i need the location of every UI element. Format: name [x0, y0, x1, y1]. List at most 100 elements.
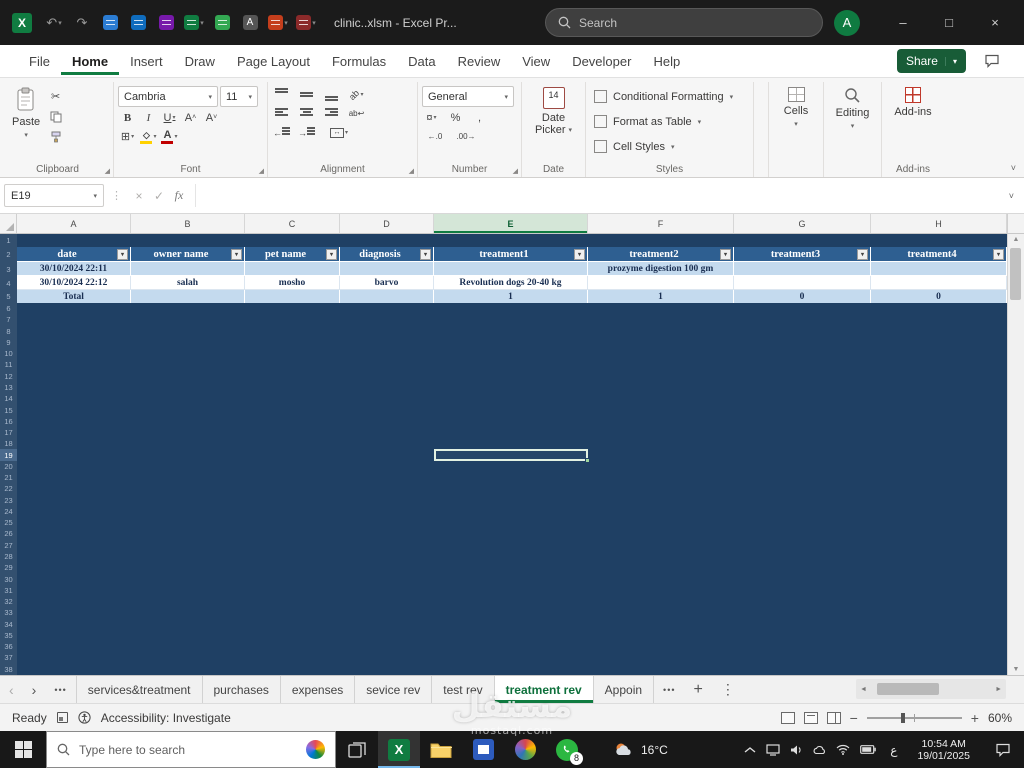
row-header[interactable]: 5 [0, 290, 17, 303]
zoom-slider-thumb[interactable] [900, 712, 905, 723]
table-header-cell[interactable]: owner name ▾ [131, 247, 245, 262]
table-cell[interactable]: 0 [734, 290, 871, 303]
column-header[interactable]: E [434, 214, 588, 233]
editing-button[interactable]: Editing ▾ [828, 84, 877, 133]
monitor-icon[interactable] [766, 743, 780, 756]
table-cell[interactable] [588, 276, 734, 290]
action-center-button[interactable] [986, 743, 1020, 757]
font-dialog-launcher[interactable]: ◢ [259, 167, 264, 175]
align-right-icon[interactable] [322, 105, 341, 122]
table-header-cell[interactable]: pet name ▾ [245, 247, 340, 262]
filter-button[interactable]: ▾ [720, 248, 731, 260]
row-header[interactable]: 34 [0, 618, 17, 629]
row-header[interactable]: 33 [0, 607, 17, 618]
taskbar-excel-app[interactable]: X [378, 731, 420, 768]
styles-menu-item[interactable]: Format as Table ▾ [590, 109, 749, 134]
comments-icon[interactable] [984, 54, 1000, 68]
font-size-select[interactable]: 11 ▾ [220, 86, 258, 107]
search-highlights-icon[interactable] [306, 740, 325, 759]
cells-button[interactable]: Cells ▾ [773, 84, 819, 131]
taskbar-store-app[interactable] [462, 731, 504, 768]
row-header[interactable]: 35 [0, 630, 17, 641]
number-dialog-launcher[interactable]: ◢ [513, 167, 518, 175]
vertical-scroll-thumb[interactable] [1010, 248, 1021, 300]
normal-view-icon[interactable] [780, 711, 795, 724]
add-sheet-button[interactable]: + [685, 676, 712, 703]
qat-calendar-icon[interactable]: ▾ [266, 10, 290, 36]
tray-expand-icon[interactable] [744, 746, 756, 754]
column-header[interactable]: C [245, 214, 340, 233]
table-cell[interactable]: barvo [340, 276, 434, 290]
merge-center-icon[interactable]: ↔ ▾ [322, 124, 356, 141]
table-cell[interactable] [131, 290, 245, 303]
column-header[interactable]: G [734, 214, 871, 233]
table-cell[interactable] [245, 290, 340, 303]
start-button[interactable] [0, 731, 46, 768]
table-header-cell[interactable]: treatment2 ▾ [588, 247, 734, 262]
qat-clipboard-icon[interactable] [154, 10, 178, 36]
align-top-icon[interactable] [272, 86, 291, 103]
enter-icon[interactable]: ✓ [149, 189, 169, 203]
zoom-slider[interactable] [866, 712, 962, 723]
row-header[interactable]: 36 [0, 641, 17, 652]
fill-handle[interactable] [585, 458, 590, 463]
battery-icon[interactable] [860, 745, 877, 754]
format-painter-icon[interactable] [46, 128, 65, 145]
table-header-cell[interactable]: diagnosis ▾ [340, 247, 434, 262]
qat-sheet-icon[interactable] [210, 10, 234, 36]
row-header[interactable]: 25 [0, 517, 17, 528]
row-header[interactable]: 37 [0, 652, 17, 663]
ribbon-tab[interactable]: File [18, 48, 61, 75]
row-header[interactable]: 14 [0, 393, 17, 404]
table-cell[interactable]: Total [17, 290, 131, 303]
qat-save-icon[interactable] [126, 10, 150, 36]
table-cell[interactable] [340, 290, 434, 303]
scroll-right-icon[interactable]: ► [991, 686, 1006, 693]
sheet-options-icon[interactable]: ⋮ [712, 676, 744, 703]
font-name-select[interactable]: Cambria ▾ [118, 86, 218, 107]
borders-icon[interactable]: ⊞ ▾ [118, 128, 137, 145]
sheet-tabs-overflow-icon[interactable]: ••• [654, 676, 684, 703]
row-header[interactable]: 28 [0, 551, 17, 562]
taskbar-clock[interactable]: 10:54 AM 19/01/2025 [911, 738, 976, 762]
page-break-view-icon[interactable] [826, 711, 841, 724]
table-cell[interactable] [434, 262, 588, 276]
task-view-button[interactable] [336, 731, 378, 768]
table-header-cell[interactable]: treatment1 ▾ [434, 247, 588, 262]
font-color-icon[interactable]: A ▾ [160, 128, 179, 145]
align-middle-icon[interactable] [297, 86, 316, 103]
fill-color-icon[interactable]: ◇ ▾ [139, 128, 158, 145]
taskbar-whatsapp-app[interactable]: 8 [546, 731, 588, 768]
onedrive-icon[interactable] [813, 744, 826, 756]
table-cell[interactable]: prozyme digestion 100 gm [588, 262, 734, 276]
ribbon-tab[interactable]: Draw [174, 48, 226, 75]
formula-input[interactable] [195, 184, 1003, 207]
underline-button[interactable]: U ▾ [160, 109, 179, 126]
accessibility-status[interactable]: Accessibility: Investigate [101, 711, 231, 725]
row-header[interactable]: 6 [0, 303, 17, 314]
horizontal-scrollbar[interactable]: ◄ ► [856, 679, 1006, 699]
scroll-left-icon[interactable]: ◄ [856, 686, 871, 693]
taskbar-search-box[interactable]: Type here to search [46, 731, 336, 768]
row-header[interactable]: 8 [0, 326, 17, 337]
addins-button[interactable]: Add-ins [886, 84, 940, 121]
table-cell[interactable]: 1 [588, 290, 734, 303]
decrease-decimal-icon[interactable]: .00→ [453, 128, 479, 145]
sheet-tab[interactable]: Appoin [594, 676, 655, 703]
align-left-icon[interactable] [272, 105, 291, 122]
row-header[interactable]: 1 [0, 234, 17, 247]
sheet-tab[interactable]: treatment rev [494, 676, 594, 703]
sheet-tab[interactable]: sevice rev [355, 676, 433, 703]
row-header[interactable]: 23 [0, 495, 17, 506]
row-header[interactable]: 32 [0, 596, 17, 607]
align-center-icon[interactable] [297, 105, 316, 122]
insert-function-icon[interactable]: fx [169, 188, 189, 203]
zoom-out-button[interactable]: − [850, 710, 858, 726]
table-cell[interactable]: 0 [871, 290, 1007, 303]
formula-bar-expand-icon[interactable]: ˅ [1003, 191, 1020, 201]
redo-icon[interactable]: ↷ [70, 10, 94, 36]
worksheet-grid[interactable]: 1 2 3 4 5 6 7 8 9 10 11 12 13 14 15 16 17 18 19 20 21 22 23 24 2… [0, 234, 1024, 675]
italic-button[interactable]: I [139, 109, 158, 126]
wifi-icon[interactable] [836, 744, 850, 755]
sheet-tab[interactable]: expenses [281, 676, 356, 703]
